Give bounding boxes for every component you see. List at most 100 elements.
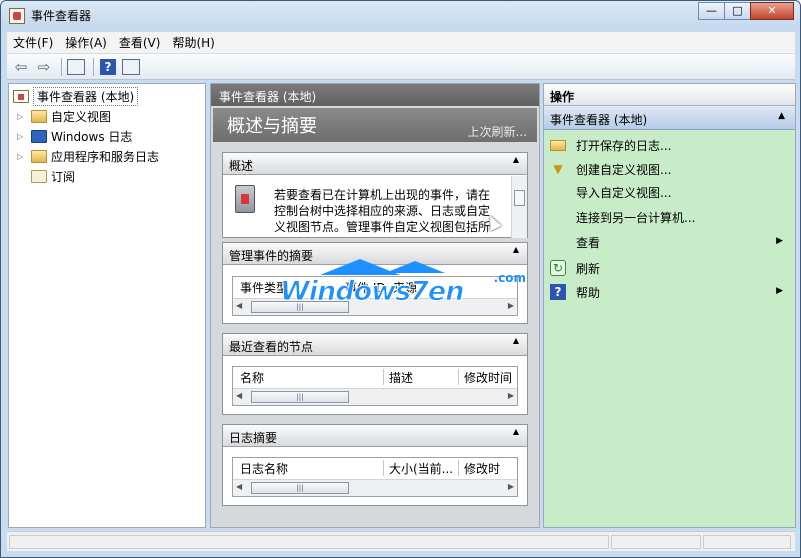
column-header[interactable]: 事件类型 <box>240 279 288 296</box>
log-summary-grid: 日志名称 大小(当前... 修改时 ◀ ||| ▶ <box>232 457 518 497</box>
menu-help[interactable]: 帮助(H) <box>166 34 220 51</box>
collapse-arrow-icon[interactable]: ▲ <box>513 245 519 254</box>
last-refresh-link[interactable]: 上次刷新... <box>468 123 527 140</box>
log-summary-section-header[interactable]: 日志摘要 ▲ <box>223 425 527 447</box>
admin-events-section-header[interactable]: 管理事件的摘要 ▲ <box>223 243 527 265</box>
scroll-right-icon[interactable]: ▶ <box>508 391 514 400</box>
scroll-thumb[interactable]: ||| <box>251 301 349 313</box>
event-log-icon <box>235 185 255 213</box>
column-divider[interactable] <box>383 369 384 385</box>
column-divider[interactable] <box>458 460 459 476</box>
overview-text: 若要查看已在计算机上出现的事件，请在控制台树中选择相应的来源、日志或自定义视图节… <box>274 188 491 234</box>
status-bar <box>7 531 795 551</box>
action-create-custom-view[interactable]: ▼ 创建自定义视图... <box>544 158 795 180</box>
menu-action[interactable]: 操作(A) <box>59 34 113 51</box>
action-label: 打开保存的日志... <box>576 138 672 153</box>
event-viewer-icon <box>13 89 29 103</box>
column-header[interactable]: 修改时间 <box>464 369 512 386</box>
window-title: 事件查看器 <box>31 9 92 23</box>
submenu-arrow-icon: ▶ <box>776 236 783 246</box>
action-label: 连接到另一台计算机... <box>576 210 696 225</box>
forward-arrow-icon[interactable]: ⇨ <box>34 58 54 76</box>
actions-pane: 操作 事件查看器 (本地) ▲ 打开保存的日志... ▼ 创建自定义视图... … <box>543 83 796 528</box>
action-label: 导入自定义视图... <box>576 185 672 200</box>
console-tree-icon <box>67 58 85 75</box>
windows-logs-icon <box>31 129 47 143</box>
maximize-button[interactable]: □ <box>724 2 751 20</box>
action-label: 刷新 <box>576 261 601 276</box>
scroll-right-icon[interactable]: ▶ <box>508 301 514 310</box>
help-icon: ? <box>100 58 116 75</box>
scroll-thumb[interactable]: ||| <box>251 391 349 403</box>
column-header[interactable]: 名称 <box>240 369 264 386</box>
minimize-button[interactable]: — <box>698 2 725 20</box>
horizontal-scrollbar[interactable]: ◀ ||| ▶ <box>233 388 517 405</box>
section-title: 概述 <box>229 159 254 173</box>
console-tree: 事件查看器 (本地) ▷ 自定义视图 ▷ Windows 日志 ▷ 应用程序和服… <box>8 83 206 528</box>
column-header[interactable]: 事件 ID <box>345 279 386 296</box>
action-help[interactable]: ? 帮助 ▶ <box>544 281 795 303</box>
show-hide-action-pane-button[interactable] <box>121 58 141 76</box>
horizontal-scrollbar[interactable]: ◀ ||| ▶ <box>233 479 517 496</box>
action-label: 帮助 <box>576 285 601 300</box>
actions-section-title: 事件查看器 (本地) <box>550 113 648 127</box>
menu-file[interactable]: 文件(F) <box>7 34 59 51</box>
scroll-left-icon[interactable]: ◀ <box>236 391 242 400</box>
expand-arrow-icon[interactable]: ▷ <box>17 152 27 161</box>
tree-item-custom-views[interactable]: ▷ 自定义视图 <box>9 106 111 126</box>
scroll-right-icon[interactable]: ▶ <box>508 482 514 491</box>
action-import-custom-view[interactable]: 导入自定义视图... <box>544 181 795 203</box>
scroll-thumb[interactable]: ||| <box>251 482 349 494</box>
action-open-saved-log[interactable]: 打开保存的日志... <box>544 134 795 156</box>
column-header[interactable]: 大小(当前... <box>389 460 453 477</box>
section-title: 最近查看的节点 <box>229 340 314 354</box>
tree-item-windows-logs[interactable]: ▷ Windows 日志 <box>9 126 132 146</box>
status-panel <box>703 535 791 549</box>
tree-item-app-service-logs[interactable]: ▷ 应用程序和服务日志 <box>9 146 159 166</box>
expand-arrow-icon[interactable]: ▷ <box>17 112 27 121</box>
banner-title: 概述与摘要 <box>227 116 317 137</box>
open-log-icon <box>550 139 566 151</box>
scroll-left-icon[interactable]: ◀ <box>236 482 242 491</box>
toolbar: ⇦ ⇨ ? <box>7 53 795 80</box>
vertical-scrollbar[interactable] <box>511 176 527 238</box>
back-arrow-icon[interactable]: ⇦ <box>11 58 31 76</box>
action-refresh[interactable]: ↻ 刷新 <box>544 257 795 279</box>
tree-item-label: 自定义视图 <box>51 109 112 124</box>
collapse-arrow-icon[interactable]: ▲ <box>513 427 519 436</box>
actions-section-header[interactable]: 事件查看器 (本地) ▲ <box>544 106 795 130</box>
column-divider[interactable] <box>458 369 459 385</box>
column-divider[interactable] <box>383 460 384 476</box>
event-viewer-icon <box>9 8 25 24</box>
action-connect-another-computer[interactable]: 连接到另一台计算机... <box>544 206 795 228</box>
horizontal-scrollbar[interactable]: ◀ ||| ▶ <box>233 298 517 315</box>
recent-nodes-grid: 名称 描述 修改时间 ◀ ||| ▶ <box>232 366 518 406</box>
center-header: 事件查看器 (本地) <box>211 84 539 106</box>
folder-icon <box>31 109 47 123</box>
expand-arrow-icon[interactable]: ▷ <box>17 132 27 141</box>
column-header[interactable]: 日志名称 <box>240 460 288 477</box>
column-header[interactable]: 修改时 <box>464 460 500 477</box>
collapse-arrow-icon[interactable]: ▲ <box>778 111 785 121</box>
menu-view[interactable]: 查看(V) <box>113 34 167 51</box>
show-hide-console-tree-button[interactable] <box>66 58 86 76</box>
tree-item-subscriptions[interactable]: 订阅 <box>9 166 75 186</box>
log-summary-section: 日志摘要 ▲ 日志名称 大小(当前... 修改时 ◀ ||| ▶ <box>222 424 528 506</box>
help-button[interactable]: ? <box>98 58 118 76</box>
overview-section-header[interactable]: 概述 ▲ <box>223 153 527 175</box>
collapse-arrow-icon[interactable]: ▲ <box>513 155 519 164</box>
column-header[interactable]: 描述 <box>389 369 413 386</box>
column-header[interactable]: 来源 <box>393 279 417 296</box>
recent-nodes-section: 最近查看的节点 ▲ 名称 描述 修改时间 ◀ ||| ▶ <box>222 333 528 415</box>
help-icon: ? <box>550 284 566 300</box>
scroll-left-icon[interactable]: ◀ <box>236 301 242 310</box>
close-button[interactable]: ✕ <box>750 2 794 20</box>
collapse-arrow-icon[interactable]: ▲ <box>513 336 519 345</box>
title-bar[interactable]: 事件查看器 — □ ✕ <box>1 1 800 31</box>
recent-nodes-section-header[interactable]: 最近查看的节点 ▲ <box>223 334 527 356</box>
folder-icon <box>31 149 47 163</box>
scroll-thumb[interactable] <box>514 190 525 206</box>
tree-item-event-viewer-local[interactable]: 事件查看器 (本地) <box>9 86 139 106</box>
action-view[interactable]: 查看 ▶ <box>544 231 795 253</box>
tree-item-label: 订阅 <box>51 169 76 184</box>
